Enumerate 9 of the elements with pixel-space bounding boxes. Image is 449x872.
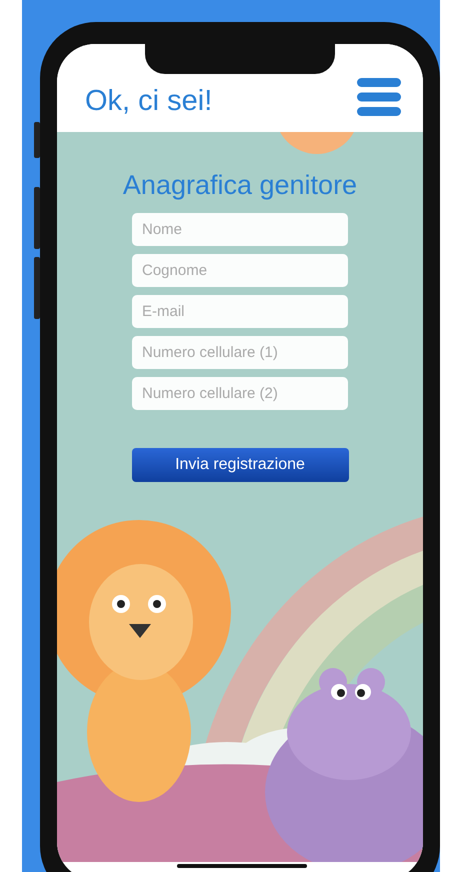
text-field[interactable]: Numero cellulare (1) (132, 336, 348, 369)
submit-button[interactable]: Invia registrazione (132, 448, 348, 482)
text-field[interactable]: Nome (132, 213, 348, 246)
app-title: Ok, ci sei! (85, 87, 212, 116)
menu-icon[interactable] (357, 78, 401, 116)
text-field[interactable]: E-mail (132, 295, 348, 328)
text-field[interactable]: Numero cellulare (2) (132, 377, 348, 410)
form-title: Anagrafica genitore (122, 170, 358, 201)
text-field[interactable]: Cognome (132, 254, 348, 287)
